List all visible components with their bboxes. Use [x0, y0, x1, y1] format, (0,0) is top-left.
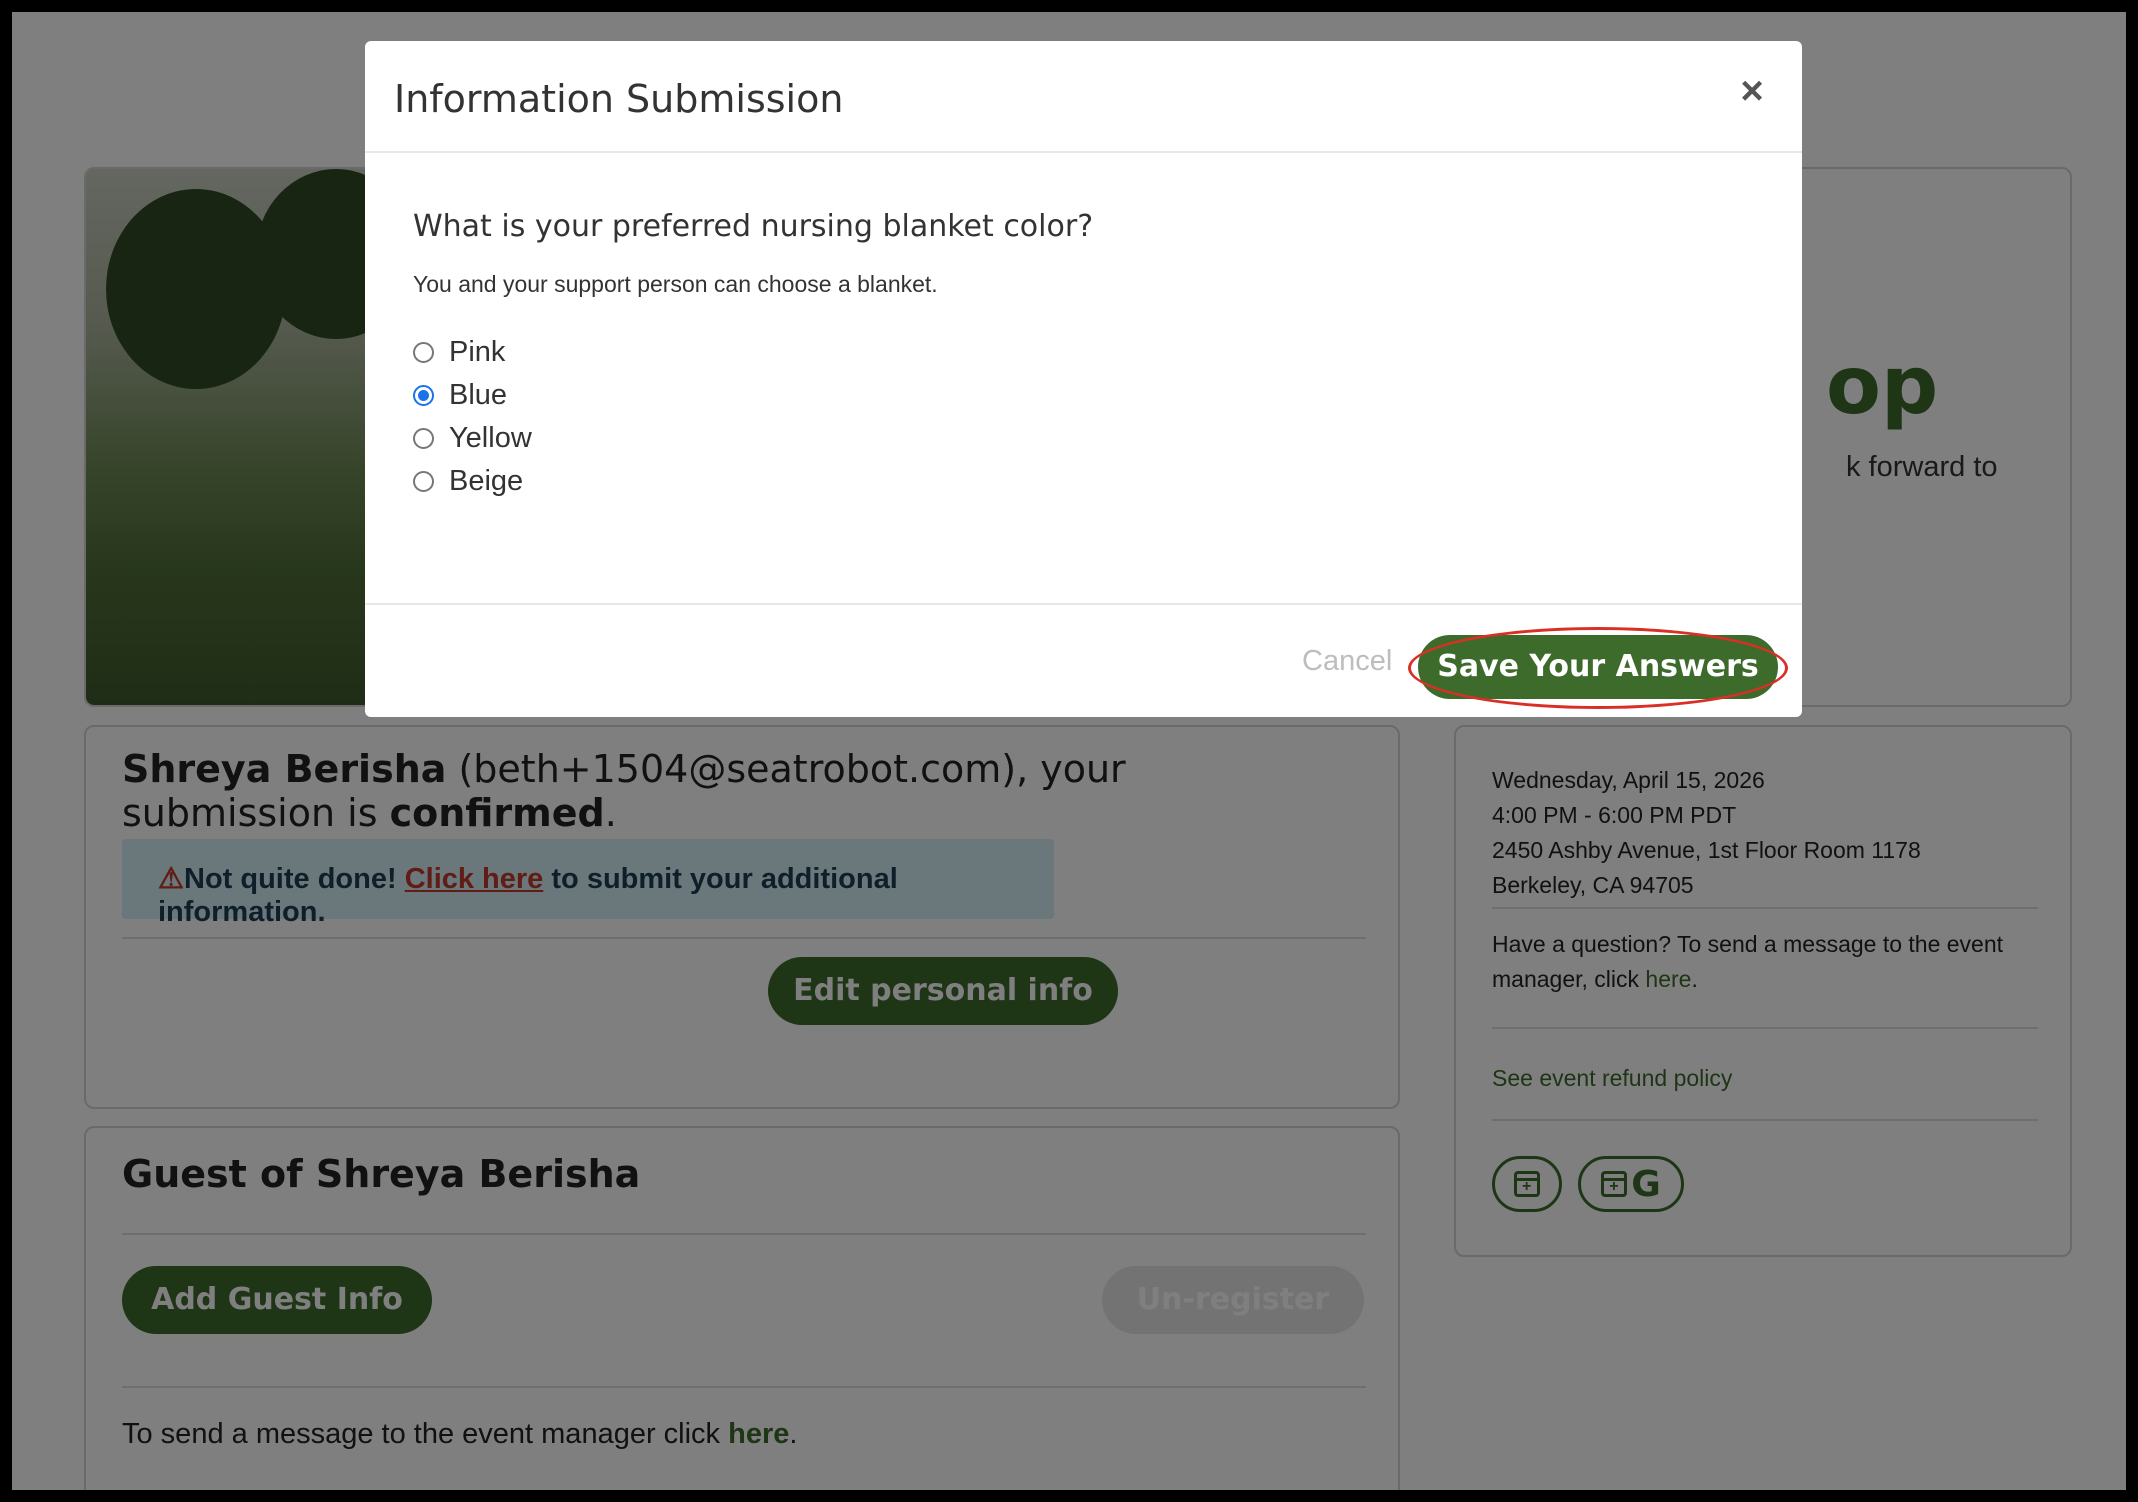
- option-label: Yellow: [449, 422, 532, 454]
- option-blue[interactable]: Blue: [413, 374, 532, 417]
- information-submission-modal: Information Submission × What is your pr…: [365, 41, 1802, 717]
- option-beige[interactable]: Beige: [413, 460, 532, 503]
- modal-header: Information Submission ×: [365, 41, 1802, 153]
- close-icon[interactable]: ×: [1732, 71, 1772, 111]
- color-options: Pink Blue Yellow Beige: [413, 331, 532, 503]
- option-label: Beige: [449, 465, 524, 497]
- radio-pink[interactable]: [413, 342, 434, 363]
- question-help-text: You and your support person can choose a…: [413, 271, 938, 297]
- modal-title: Information Submission: [394, 77, 844, 121]
- option-yellow[interactable]: Yellow: [413, 417, 532, 460]
- save-button-highlight: [1408, 627, 1788, 709]
- option-pink[interactable]: Pink: [413, 331, 532, 374]
- radio-yellow[interactable]: [413, 428, 434, 449]
- browser-viewport: op k forward to Shreya Berisha (beth+150…: [12, 12, 2126, 1490]
- option-label: Blue: [449, 379, 508, 411]
- radio-blue[interactable]: [413, 385, 434, 406]
- radio-beige[interactable]: [413, 471, 434, 492]
- cancel-button[interactable]: Cancel: [1302, 645, 1392, 678]
- question-label: What is your preferred nursing blanket c…: [413, 209, 1094, 244]
- option-label: Pink: [449, 336, 506, 368]
- modal-footer-divider: [365, 603, 1802, 605]
